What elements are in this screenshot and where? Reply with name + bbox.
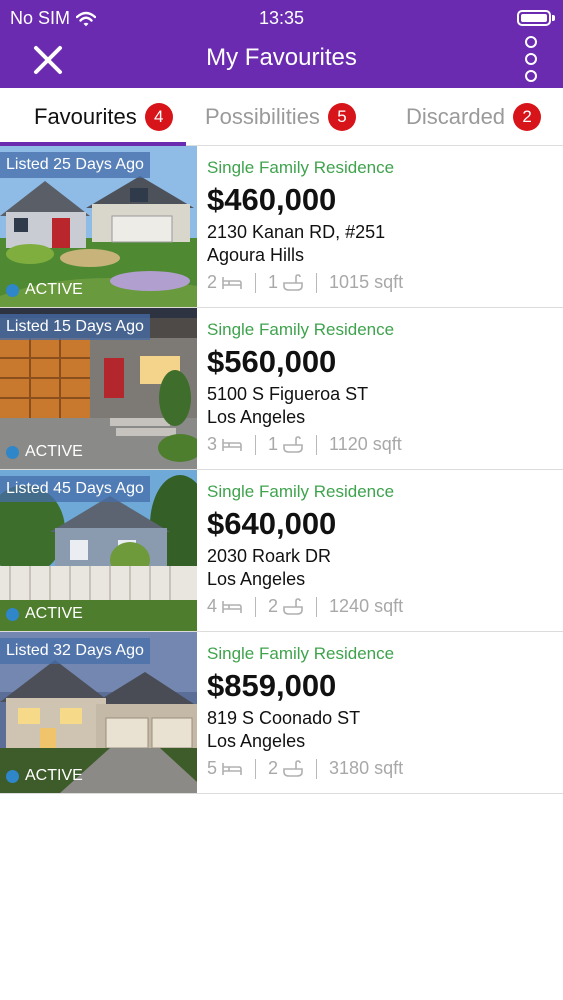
status-badge: ACTIVE [6,281,83,299]
baths-count: 2 [268,596,279,616]
tab-count-badge: 4 [144,103,173,131]
status-time: 13:35 [258,8,305,28]
listing-info: Single Family Residence $560,000 5100 S … [207,308,557,469]
property-type: Single Family Residence [207,644,395,663]
listing-price: $859,000 [207,668,337,703]
listing-address: 819 S Coonado ST [207,708,361,728]
property-type: Single Family Residence [207,320,395,339]
beds-count: 5 [207,758,218,778]
tab-label: Possibilities [205,104,320,129]
nav-bar: My Favourites [0,34,563,88]
beds-count: 4 [207,596,218,616]
sqft: 1240 sqft [329,596,404,616]
bathtub-icon [283,435,303,453]
status-label: ACTIVE [25,281,83,298]
bathtub-icon [283,759,303,777]
bed-icon [222,438,242,451]
bathtub-icon [283,597,303,615]
listing-city: Los Angeles [207,731,306,751]
listing-specs: 2 1 1015 sqft [207,272,403,293]
bed-icon [222,762,242,775]
baths-count: 2 [268,758,279,778]
property-type: Single Family Residence [207,482,395,501]
tab-label: Discarded [406,104,506,129]
listing-price: $460,000 [207,182,337,217]
app-bar: No SIM 13:35 My Favourites [0,0,563,88]
sqft: 1015 sqft [329,272,404,292]
status-dot-icon [6,445,19,459]
status-badge: ACTIVE [6,767,83,785]
tab-label: Favourites [34,104,137,129]
status-bar: No SIM 13:35 [0,0,563,34]
listing-price: $640,000 [207,506,337,541]
beds-count: 3 [207,434,218,454]
tab-count-badge: 2 [513,103,542,131]
bed-icon [222,276,242,289]
status-dot-icon [6,283,19,297]
baths-count: 1 [268,272,279,292]
tab-possibilities[interactable]: Possibilities 5 [205,88,356,146]
listing-price: $560,000 [207,344,337,379]
tab-favourites[interactable]: Favourites 4 [34,88,173,146]
listing-city: Los Angeles [207,569,306,589]
more-vertical-icon[interactable] [519,36,543,82]
listed-age: Listed 32 Days Ago [0,638,150,664]
listing-address: 5100 S Figueroa ST [207,384,369,404]
listing-info: Single Family Residence $640,000 2030 Ro… [207,470,557,631]
sqft: 3180 sqft [329,758,404,778]
property-photo: Listed 32 Days Ago ACTIVE [0,632,197,793]
bathtub-icon [283,273,303,291]
baths-count: 1 [268,434,279,454]
tab-count-badge: 5 [327,103,356,131]
listing-card[interactable]: Listed 32 Days Ago ACTIVE Single Family … [0,632,563,794]
listing-specs: 4 2 1240 sqft [207,596,403,617]
property-type: Single Family Residence [207,158,395,177]
status-label: ACTIVE [25,767,83,784]
listed-age: Listed 15 Days Ago [0,314,150,340]
tab-discarded[interactable]: Discarded 2 [406,88,542,146]
status-badge: ACTIVE [6,443,83,461]
listing-info: Single Family Residence $460,000 2130 Ka… [207,146,557,307]
listing-city: Los Angeles [207,407,306,427]
listing-card[interactable]: Listed 15 Days Ago ACTIVE Single Family … [0,308,563,470]
listed-age: Listed 25 Days Ago [0,152,150,178]
listing-specs: 3 1 1120 sqft [207,434,402,455]
property-photo: Listed 45 Days Ago ACTIVE [0,470,197,631]
property-photo: Listed 25 Days Ago ACTIVE [0,146,197,307]
status-label: ACTIVE [25,605,83,622]
status-badge: ACTIVE [6,605,83,623]
listing-address: 2130 Kanan RD, #251 [207,222,386,242]
favourites-list: Listed 25 Days Ago ACTIVE Single Family … [0,146,563,794]
status-dot-icon [6,769,19,783]
status-label: ACTIVE [25,443,83,460]
bed-icon [222,600,242,613]
status-dot-icon [6,607,19,621]
battery-icon [517,10,555,26]
property-photo: Listed 15 Days Ago ACTIVE [0,308,197,469]
sqft: 1120 sqft [329,434,402,454]
listing-city: Agoura Hills [207,245,305,265]
listing-address: 2030 Roark DR [207,546,332,566]
listing-specs: 5 2 3180 sqft [207,758,403,779]
tab-bar: Favourites 4 Possibilities 5 Discarded 2 [0,88,563,146]
beds-count: 2 [207,272,218,292]
listed-age: Listed 45 Days Ago [0,476,150,502]
page-title: My Favourites [206,44,357,71]
listing-card[interactable]: Listed 25 Days Ago ACTIVE Single Family … [0,146,563,308]
listing-card[interactable]: Listed 45 Days Ago ACTIVE Single Family … [0,470,563,632]
listing-info: Single Family Residence $859,000 819 S C… [207,632,557,793]
